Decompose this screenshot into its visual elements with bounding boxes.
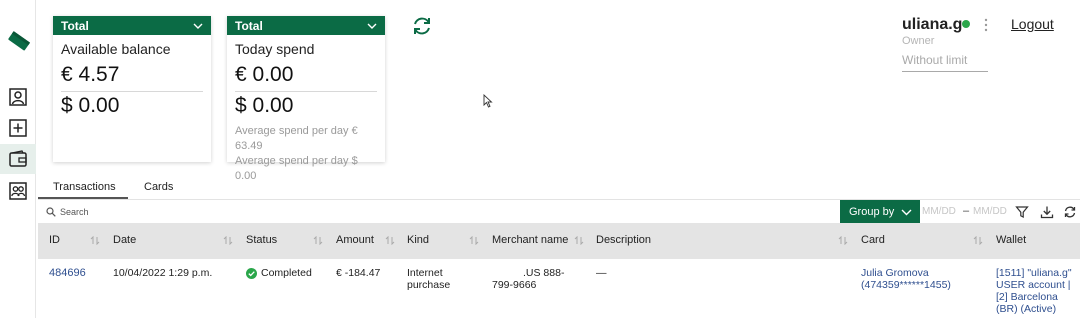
sort-icon[interactable]	[838, 236, 848, 245]
sidebar	[0, 0, 36, 318]
balance-card-header[interactable]: Total	[53, 16, 211, 35]
spend-card-header[interactable]: Total	[227, 16, 385, 35]
spend-card-header-label: Total	[235, 18, 263, 33]
merchant-name-line1: .US 888-	[523, 267, 565, 279]
spend-eur: € 0.00	[235, 63, 294, 86]
transaction-status: Completed	[261, 267, 312, 279]
spend-label: Today spend	[235, 41, 315, 57]
balance-label: Available balance	[61, 41, 171, 57]
sort-icon[interactable]	[574, 236, 584, 245]
spend-usd: $ 0.00	[235, 94, 294, 117]
wallet-link-line4[interactable]: (BR) (Active)	[996, 303, 1056, 315]
table-row[interactable]: 484696 10/04/2022 1:29 p.m. Completed € …	[38, 259, 1080, 318]
user-card-icon[interactable]	[0, 82, 36, 112]
refresh-icon[interactable]	[1063, 205, 1077, 219]
search-input[interactable]	[60, 203, 460, 221]
wallet-link-line2[interactable]: USER account |	[996, 279, 1071, 291]
balance-card-header-label: Total	[61, 18, 89, 33]
column-card[interactable]: Card	[861, 234, 885, 246]
sort-icon[interactable]	[469, 236, 479, 245]
wallet-link-line3[interactable]: [2] Barcelona	[996, 291, 1058, 303]
column-description[interactable]: Description	[596, 234, 651, 246]
more-vertical-icon[interactable]	[984, 18, 988, 32]
sort-icon[interactable]	[313, 236, 323, 245]
date-separator: –	[963, 205, 970, 217]
transaction-kind-line1: Internet	[407, 267, 443, 279]
chevron-down-icon	[901, 209, 912, 216]
group-by-label: Group by	[849, 206, 895, 218]
sort-icon[interactable]	[90, 236, 100, 245]
wallet-icon[interactable]	[0, 144, 36, 174]
search-icon	[46, 207, 56, 217]
column-kind[interactable]: Kind	[407, 234, 429, 246]
date-from-input[interactable]: MM/DD	[922, 206, 956, 217]
column-amount[interactable]: Amount	[336, 234, 374, 246]
date-to-input[interactable]: MM/DD	[973, 206, 1007, 217]
column-date[interactable]: Date	[113, 234, 136, 246]
plus-box-icon[interactable]	[0, 113, 36, 143]
transaction-amount: € -184.47	[336, 267, 381, 279]
ticket-icon[interactable]	[6, 30, 31, 51]
group-by-button[interactable]: Group by	[840, 200, 920, 224]
wallet-link-line1[interactable]: [1511] "uliana.g"	[996, 267, 1072, 279]
balance-eur: € 4.57	[61, 63, 120, 86]
filter-icon[interactable]	[1015, 205, 1029, 219]
chevron-down-icon	[193, 23, 203, 29]
tab-transactions[interactable]: Transactions	[53, 181, 116, 193]
available-balance-card: Total Available balance € 4.57 $ 0.00	[53, 16, 211, 162]
refresh-icon[interactable]	[410, 14, 434, 38]
table-toolbar: Group by MM/DD – MM/DD	[38, 199, 1080, 224]
tab-cards[interactable]: Cards	[144, 181, 173, 193]
transaction-description: —	[596, 267, 607, 279]
user-name: uliana.g	[902, 16, 963, 33]
column-status[interactable]: Status	[246, 234, 277, 246]
sort-icon[interactable]	[973, 236, 983, 245]
column-id[interactable]: ID	[49, 234, 60, 246]
column-merchant-name[interactable]: Merchant name	[492, 234, 568, 246]
card-holder-link[interactable]: Julia Gromova	[861, 267, 929, 279]
merchant-name-line2: 799-9666	[492, 279, 537, 291]
today-spend-card: Total Today spend € 0.00 $ 0.00 Average …	[227, 16, 385, 182]
balance-usd: $ 0.00	[61, 94, 120, 117]
users-icon[interactable]	[0, 176, 36, 206]
column-wallet[interactable]: Wallet	[996, 234, 1026, 246]
table-header: ID Date Status Amount Kind Merchant name…	[38, 223, 1080, 259]
download-icon[interactable]	[1040, 205, 1054, 219]
transaction-kind-line2: purchase	[407, 279, 451, 291]
check-circle-icon	[246, 268, 257, 279]
sort-icon[interactable]	[223, 236, 233, 245]
mouse-cursor-icon	[483, 93, 493, 108]
chevron-down-icon	[367, 23, 377, 29]
online-status-dot	[962, 20, 970, 28]
spend-limit: Without limit	[902, 53, 988, 72]
card-number-link[interactable]: (474359******1455)	[861, 279, 951, 291]
avg-spend-usd: Average spend per day $ 0.00	[235, 155, 358, 182]
sort-icon[interactable]	[385, 236, 395, 245]
avg-spend-eur: Average spend per day € 63.49	[235, 125, 358, 152]
transaction-date: 10/04/2022 1:29 p.m.	[113, 267, 213, 279]
transaction-id-link[interactable]: 484696	[49, 267, 86, 279]
user-role: Owner	[902, 35, 935, 47]
logout-link[interactable]: Logout	[1011, 16, 1054, 32]
